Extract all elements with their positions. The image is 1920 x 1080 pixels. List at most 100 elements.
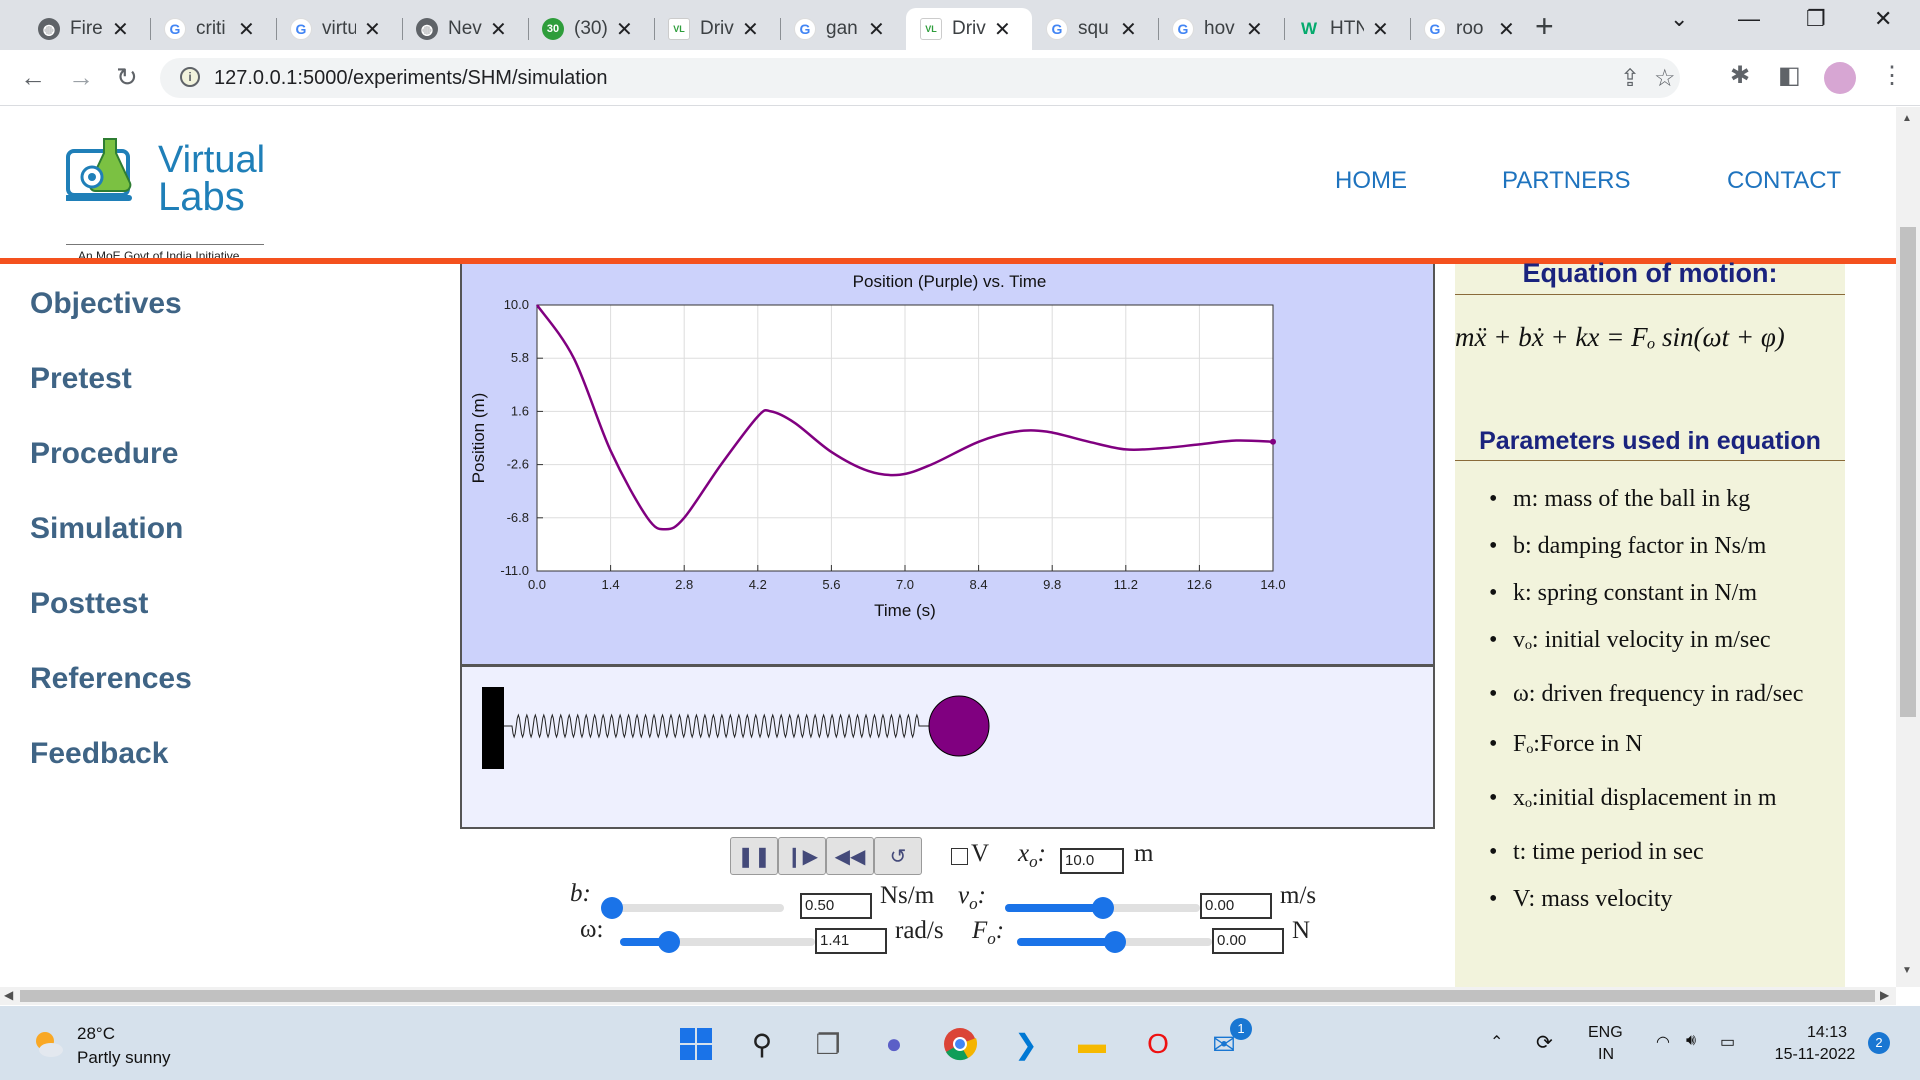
scroll-down-icon[interactable]: ▼: [1902, 965, 1912, 976]
sidebar-item-pretest[interactable]: Pretest: [30, 362, 132, 396]
scroll-right-icon[interactable]: ▶: [1880, 988, 1889, 1002]
windows-start-icon[interactable]: [676, 1024, 716, 1064]
clock-time[interactable]: 14:13: [1802, 1024, 1852, 1042]
tab-close-icon[interactable]: ✕: [868, 17, 885, 42]
share-icon[interactable]: ⇪: [1620, 64, 1640, 93]
tab-close-icon[interactable]: ✕: [994, 17, 1011, 42]
back-icon[interactable]: ←: [20, 62, 46, 93]
opera-icon[interactable]: O: [1138, 1024, 1178, 1064]
close-window-button[interactable]: ✕: [1874, 6, 1892, 32]
weather-description[interactable]: Partly sunny: [77, 1048, 171, 1068]
tab-close-icon[interactable]: ✕: [1498, 17, 1515, 42]
tab-search-icon[interactable]: ⌄: [1670, 6, 1688, 32]
sidebar-item-posttest[interactable]: Posttest: [30, 587, 148, 621]
language-primary[interactable]: ENG: [1588, 1024, 1623, 1042]
vertical-scrollbar[interactable]: ▲ ▼: [1896, 107, 1920, 987]
url-text[interactable]: 127.0.0.1:5000/experiments/SHM/simulatio…: [214, 67, 608, 90]
reset-button[interactable]: ↺: [874, 837, 922, 875]
new-tab-button[interactable]: +: [1535, 8, 1554, 45]
tab-close-icon[interactable]: ✕: [490, 17, 507, 42]
F0-input[interactable]: 0.00: [1212, 928, 1284, 954]
tab-1[interactable]: Gcriti ✕: [150, 8, 276, 50]
scroll-left-icon[interactable]: ◀: [4, 988, 13, 1002]
teams-chat-icon[interactable]: ●: [874, 1024, 914, 1064]
vertical-scroll-thumb[interactable]: [1900, 227, 1916, 717]
search-icon[interactable]: ⚲: [742, 1024, 782, 1064]
tab-close-icon[interactable]: ✕: [742, 17, 759, 42]
show-hidden-icons[interactable]: ⌃: [1490, 1032, 1503, 1052]
sidebar-item-objectives[interactable]: Objectives: [30, 287, 182, 321]
tab-close-icon[interactable]: ✕: [1372, 17, 1389, 42]
v0-slider[interactable]: [1005, 897, 1200, 919]
mass-ball[interactable]: [928, 695, 990, 757]
side-panel-icon[interactable]: ◧: [1778, 61, 1801, 90]
bookmark-star-icon[interactable]: ☆: [1654, 64, 1676, 93]
v0-slider-knob[interactable]: [1091, 897, 1114, 919]
volume-icon[interactable]: 🔊︎: [1686, 1032, 1696, 1050]
b-input[interactable]: 0.50: [800, 893, 872, 919]
sidebar-item-references[interactable]: References: [30, 662, 192, 696]
tab-6[interactable]: Ggan ✕: [780, 8, 906, 50]
tab-close-icon[interactable]: ✕: [616, 17, 633, 42]
tab-7[interactable]: VL Driv ✕: [906, 8, 1032, 50]
tab-10[interactable]: W HTN ✕: [1284, 8, 1410, 50]
tab-4[interactable]: 30 (30) ✕: [528, 8, 654, 50]
pause-button[interactable]: ❚❚: [730, 837, 778, 875]
tab-5[interactable]: VL Driv ✕: [654, 8, 780, 50]
weather-temperature[interactable]: 28°C: [77, 1024, 115, 1044]
tab-close-icon[interactable]: ✕: [1120, 17, 1137, 42]
horizontal-scrollbar[interactable]: ◀ ▶: [0, 987, 1896, 1005]
tab-close-icon[interactable]: ✕: [364, 17, 381, 42]
tab-close-icon[interactable]: ✕: [238, 17, 255, 42]
minimize-button[interactable]: —: [1738, 6, 1760, 32]
notification-count-badge[interactable]: 2: [1868, 1032, 1890, 1054]
velocity-checkbox[interactable]: [951, 848, 968, 865]
b-slider-knob[interactable]: [601, 897, 624, 919]
partly-sunny-icon[interactable]: [32, 1028, 64, 1060]
menu-icon[interactable]: ⋮: [1880, 61, 1904, 90]
extensions-icon[interactable]: ✱: [1730, 61, 1750, 90]
tab-close-icon[interactable]: ✕: [1246, 17, 1263, 42]
nav-contact[interactable]: CONTACT: [1727, 167, 1841, 195]
reload-icon[interactable]: ↻: [116, 62, 138, 93]
battery-icon[interactable]: ▭: [1720, 1032, 1735, 1052]
tab-0[interactable]: ◍ Fire ✕: [24, 8, 150, 50]
tab-close-icon[interactable]: ✕: [112, 17, 129, 42]
address-bar[interactable]: i 127.0.0.1:5000/experiments/SHM/simulat…: [160, 58, 1680, 98]
tab-2[interactable]: Gvirtu ✕: [276, 8, 402, 50]
chrome-icon[interactable]: [940, 1024, 980, 1064]
virtual-labs-logo[interactable]: Virtual Labs An MoE Govt of India Initia…: [66, 129, 266, 263]
tab-8[interactable]: Gsqu ✕: [1032, 8, 1158, 50]
sidebar-item-simulation[interactable]: Simulation: [30, 512, 183, 546]
horizontal-scroll-thumb[interactable]: [20, 990, 1875, 1002]
language-region[interactable]: IN: [1598, 1046, 1614, 1064]
clock-date[interactable]: 15-11-2022: [1770, 1046, 1860, 1064]
b-slider[interactable]: [601, 897, 784, 919]
tab-3[interactable]: ◍ Nev ✕: [402, 8, 528, 50]
step-forward-button[interactable]: ❙▶: [778, 837, 826, 875]
F0-slider[interactable]: [1017, 931, 1212, 953]
x0-input[interactable]: 10.0: [1060, 848, 1124, 874]
restore-button[interactable]: ❐: [1806, 6, 1826, 32]
profile-avatar[interactable]: [1824, 62, 1856, 94]
scroll-up-icon[interactable]: ▲: [1902, 113, 1912, 124]
omega-input[interactable]: 1.41: [815, 928, 887, 954]
wifi-icon[interactable]: ◠: [1656, 1032, 1670, 1052]
F0-slider-knob[interactable]: [1103, 931, 1126, 953]
site-info-icon[interactable]: i: [180, 67, 200, 87]
sync-icon[interactable]: ⟳: [1536, 1030, 1553, 1055]
tab-11[interactable]: Groo ✕: [1410, 8, 1536, 50]
file-explorer-icon[interactable]: ▬: [1072, 1024, 1112, 1064]
nav-home[interactable]: HOME: [1335, 167, 1407, 195]
vscode-icon[interactable]: ❯: [1006, 1024, 1046, 1064]
tab-9[interactable]: Ghov ✕: [1158, 8, 1284, 50]
omega-slider[interactable]: [620, 931, 815, 953]
task-view-icon[interactable]: ❐: [808, 1024, 848, 1064]
rewind-button[interactable]: ◀◀: [826, 837, 874, 875]
omega-slider-knob[interactable]: [657, 931, 680, 953]
v0-input[interactable]: 0.00: [1200, 893, 1272, 919]
forward-icon[interactable]: →: [68, 62, 94, 93]
sidebar-item-procedure[interactable]: Procedure: [30, 437, 178, 471]
sidebar-item-feedback[interactable]: Feedback: [30, 737, 168, 771]
nav-partners[interactable]: PARTNERS: [1502, 167, 1630, 195]
